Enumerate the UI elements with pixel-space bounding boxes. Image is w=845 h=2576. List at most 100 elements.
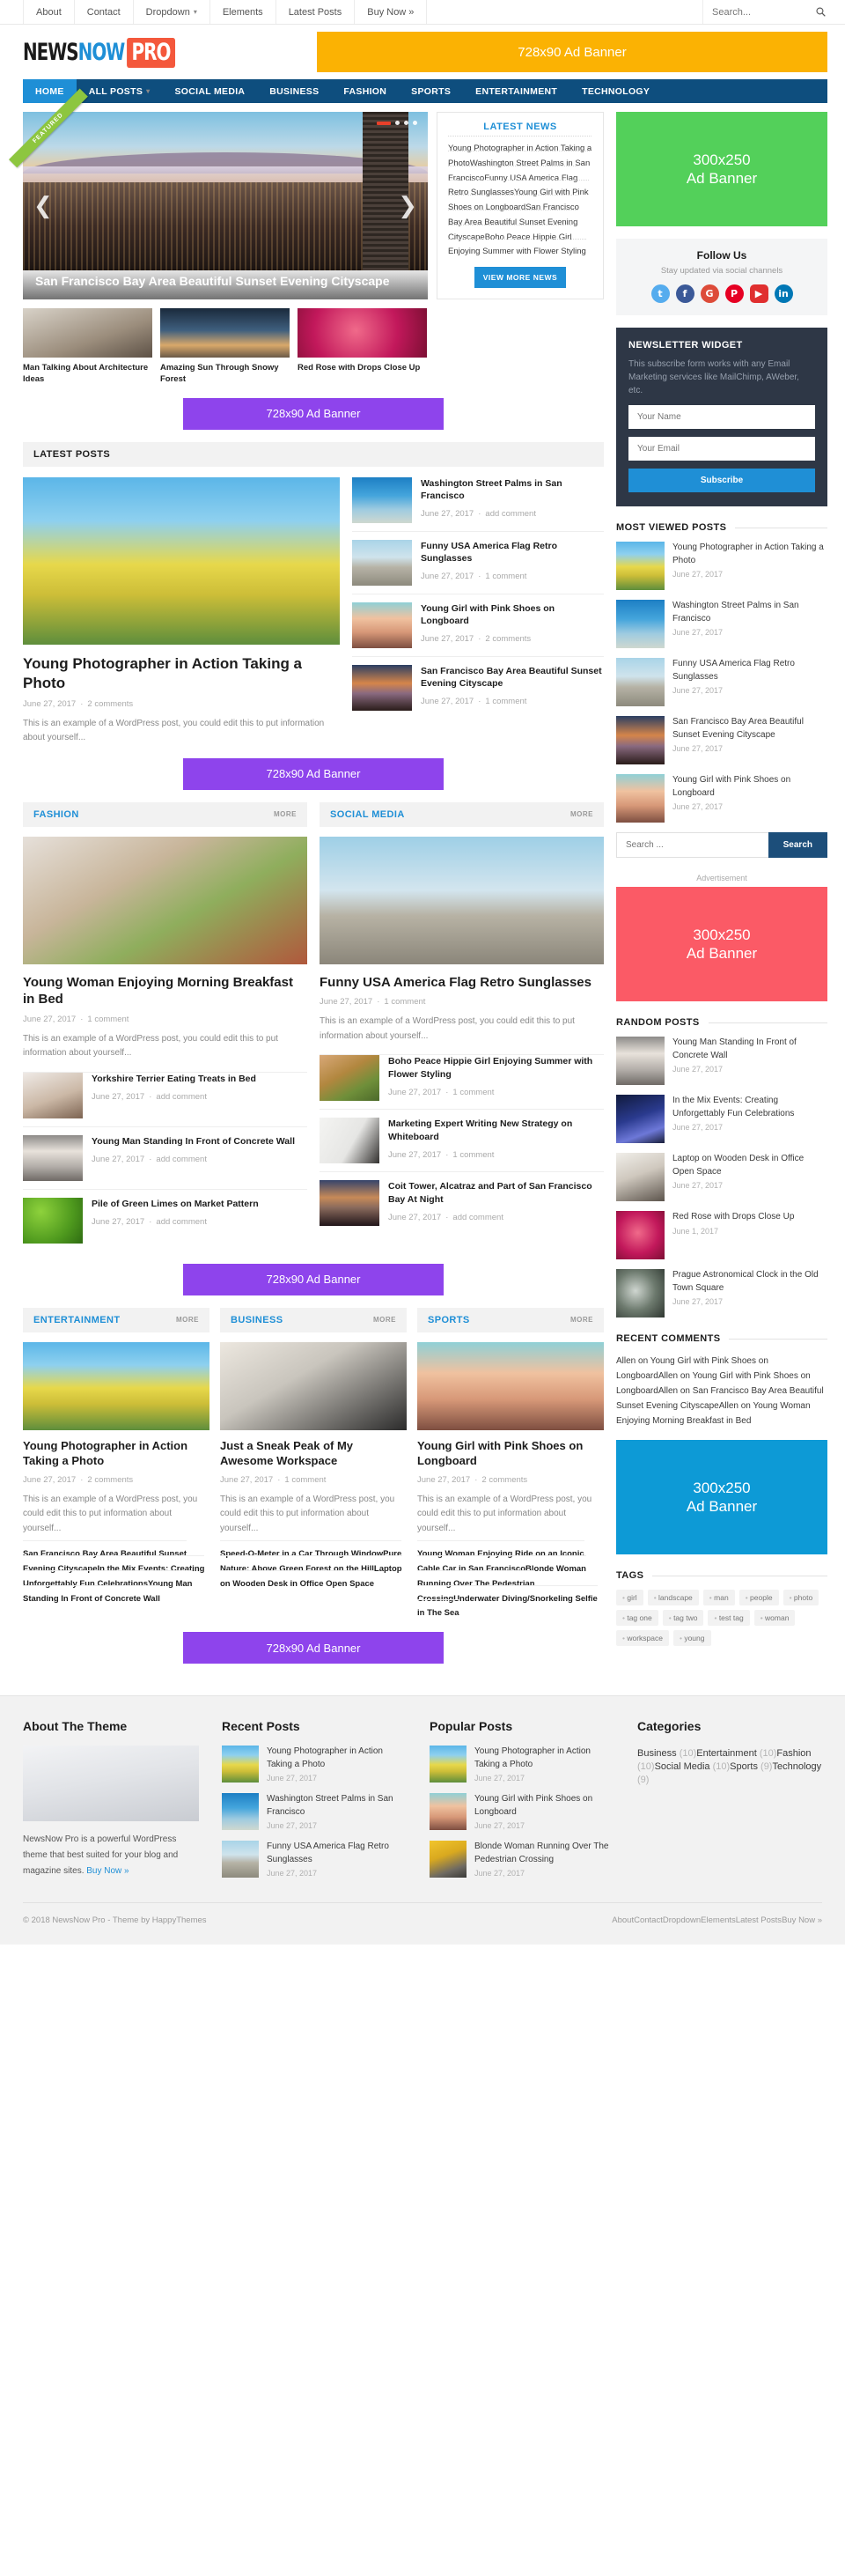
category-feature-title[interactable]: Funny USA America Flag Retro Sunglasses <box>320 974 604 992</box>
post-title[interactable]: Coit Tower, Alcatraz and Part of San Fra… <box>388 1180 604 1206</box>
post-comments[interactable]: add comment <box>156 1092 207 1102</box>
post-comments[interactable]: 1 comment <box>384 997 425 1007</box>
category-post-row[interactable]: Pile of Green Limes on Market Pattern Jun… <box>23 1188 307 1251</box>
slider-prev-icon[interactable]: ❮ <box>26 191 60 221</box>
widget-post-item[interactable]: Young Man Standing In Front of Concrete … <box>616 1037 827 1085</box>
facebook-icon[interactable]: f <box>675 284 694 303</box>
more-link[interactable]: MORE <box>274 810 297 818</box>
footer-nav-item[interactable]: About <box>612 1915 634 1925</box>
post-title[interactable]: San Francisco Bay Area Beautiful Sunset … <box>421 665 604 690</box>
widget-post-item[interactable]: Funny USA America Flag Retro Sunglasses J… <box>616 658 827 706</box>
search-icon[interactable] <box>809 7 833 17</box>
more-link[interactable]: MORE <box>570 1316 593 1324</box>
footer-post-title[interactable]: Young Photographer in Action Taking a Ph… <box>474 1746 614 1771</box>
ad-banner-728-1[interactable]: 728x90 Ad Banner <box>183 397 444 430</box>
tag-item[interactable]: tag two <box>662 1610 704 1626</box>
linkedin-icon[interactable]: in <box>774 284 793 303</box>
buy-now-link[interactable]: Buy Now » <box>86 1866 129 1876</box>
featured-post-title[interactable]: Young Photographer in Action Taking a Ph… <box>23 654 340 693</box>
slider-caption[interactable]: San Francisco Bay Area Beautiful Sunset … <box>23 263 428 300</box>
widget-post-item[interactable]: San Francisco Bay Area Beautiful Sunset … <box>616 716 827 764</box>
slider-pagination[interactable] <box>377 121 417 125</box>
widget-post-item[interactable]: Young Photographer in Action Taking a Ph… <box>616 542 827 590</box>
slider-dot-active[interactable] <box>377 121 391 125</box>
widget-post-title[interactable]: Red Rose with Drops Close Up <box>672 1211 827 1224</box>
view-more-news-button[interactable]: VIEW MORE NEWS <box>474 267 566 289</box>
tag-item[interactable]: people <box>738 1590 779 1605</box>
top-nav-item[interactable]: Elements <box>209 0 276 24</box>
post-title[interactable]: Funny USA America Flag Retro Sunglasses <box>421 540 604 565</box>
tag-item[interactable]: test tag <box>708 1610 750 1626</box>
post-title[interactable]: Pile of Green Limes on Market Pattern <box>92 1198 259 1211</box>
footer-category-item[interactable]: Entertainment (10) <box>696 1748 776 1759</box>
footer-post-title[interactable]: Young Girl with Pink Shoes on Longboard <box>474 1793 614 1819</box>
more-link[interactable]: MORE <box>373 1316 396 1324</box>
widget-post-item[interactable]: Young Girl with Pink Shoes on Longboard J… <box>616 774 827 823</box>
search-input[interactable] <box>703 6 809 18</box>
footer-nav-item[interactable]: Latest Posts <box>736 1915 782 1925</box>
category-feature-title[interactable]: Just a Sneak Peak of My Awesome Workspac… <box>220 1439 407 1469</box>
widget-post-title[interactable]: Washington Street Palms in San Francisco <box>672 600 827 625</box>
footer-post-title[interactable]: Funny USA America Flag Retro Sunglasses <box>267 1841 407 1866</box>
post-title[interactable]: Washington Street Palms in San Francisco <box>421 477 604 503</box>
ad-banner-300-red[interactable]: 300x250 Ad Banner <box>616 887 827 1001</box>
more-link[interactable]: MORE <box>176 1316 199 1324</box>
footer-post-item[interactable]: Blonde Woman Running Over The Pedestrian… <box>430 1841 614 1878</box>
tag-item[interactable]: workspace <box>616 1630 669 1646</box>
slider-dot[interactable] <box>413 121 417 125</box>
widget-post-item[interactable]: Red Rose with Drops Close Up June 1, 2017 <box>616 1211 827 1259</box>
top-nav-item[interactable]: Latest Posts <box>275 0 355 24</box>
widget-post-item[interactable]: Laptop on Wooden Desk in Office Open Spa… <box>616 1153 827 1201</box>
tag-item[interactable]: tag one <box>616 1610 658 1626</box>
nav-item-sports[interactable]: SPORTS <box>399 79 463 103</box>
footer-category-item[interactable]: Business (10) <box>637 1748 696 1759</box>
footer-nav-item[interactable]: Contact <box>634 1915 663 1925</box>
post-comments[interactable]: 1 comment <box>87 1015 129 1024</box>
category-post-row[interactable]: Boho Peace Hippie Girl Enjoying Summer w… <box>320 1054 604 1109</box>
site-logo[interactable]: NEWSNOW PRO <box>23 37 209 68</box>
newsletter-email-field[interactable] <box>628 437 815 461</box>
ad-banner-728-4[interactable]: 728x90 Ad Banner <box>183 1632 444 1664</box>
category-post-row[interactable]: Marketing Expert Writing New Strategy on… <box>320 1109 604 1171</box>
subscribe-button[interactable]: Subscribe <box>628 469 815 492</box>
footer-category-item[interactable]: Social Media (10) <box>655 1761 731 1772</box>
nav-item-business[interactable]: BUSINESS <box>257 79 331 103</box>
footer-post-item[interactable]: Washington Street Palms in San Francisco… <box>222 1793 407 1831</box>
latest-post-row[interactable]: San Francisco Bay Area Beautiful Sunset … <box>352 655 604 719</box>
post-comments[interactable]: 2 comments <box>485 634 531 644</box>
widget-post-title[interactable]: Young Photographer in Action Taking a Ph… <box>672 542 827 567</box>
widget-post-title[interactable]: Laptop on Wooden Desk in Office Open Spa… <box>672 1153 827 1178</box>
top-nav-item[interactable]: About <box>23 0 74 24</box>
latest-post-row[interactable]: Funny USA America Flag Retro Sunglasses J… <box>352 530 604 594</box>
nav-item-social-media[interactable]: SOCIAL MEDIA <box>162 79 257 103</box>
widget-post-item[interactable]: In the Mix Events: Creating Unforgettabl… <box>616 1095 827 1143</box>
post-comments[interactable]: 2 comments <box>87 1475 133 1485</box>
thumb-title[interactable]: Man Talking About Architecture Ideas <box>23 363 152 386</box>
widget-post-title[interactable]: San Francisco Bay Area Beautiful Sunset … <box>672 716 827 742</box>
post-comments[interactable]: 1 comment <box>485 697 526 706</box>
post-title[interactable]: Marketing Expert Writing New Strategy on… <box>388 1118 604 1143</box>
category-feature-title[interactable]: Young Girl with Pink Shoes on Longboard <box>417 1439 604 1469</box>
footer-nav-item[interactable]: Dropdown <box>663 1915 701 1925</box>
footer-nav-item[interactable]: Buy Now » <box>782 1915 822 1925</box>
footer-post-title[interactable]: Blonde Woman Running Over The Pedestrian… <box>474 1841 614 1866</box>
featured-slider[interactable]: FEATURED ❮ ❯ San Francisco Bay Area Beau… <box>9 88 428 300</box>
post-comments[interactable]: 1 comment <box>284 1475 326 1485</box>
latest-post-row[interactable]: Young Girl with Pink Shoes on Longboard J… <box>352 593 604 656</box>
sidebar-search-input[interactable] <box>616 832 768 858</box>
post-comments[interactable]: add comment <box>452 1213 503 1222</box>
post-comments[interactable]: add comment <box>156 1155 207 1164</box>
google-plus-icon[interactable]: G <box>700 284 719 303</box>
post-comments[interactable]: 2 comments <box>481 1475 527 1485</box>
featured-post[interactable]: Young Photographer in Action Taking a Ph… <box>23 476 340 746</box>
widget-post-title[interactable]: Young Man Standing In Front of Concrete … <box>672 1037 827 1062</box>
ad-banner-728-3[interactable]: 728x90 Ad Banner <box>183 1263 444 1295</box>
slider-dot[interactable] <box>395 121 400 125</box>
featured-thumb[interactable]: Amazing Sun Through Snowy Forest <box>160 308 290 386</box>
nav-item-entertainment[interactable]: ENTERTAINMENT <box>463 79 569 103</box>
featured-thumb[interactable]: Man Talking About Architecture Ideas <box>23 308 152 386</box>
more-link[interactable]: MORE <box>570 810 593 818</box>
category-feature-title[interactable]: Young Woman Enjoying Morning Breakfast i… <box>23 974 307 1008</box>
pinterest-icon[interactable]: P <box>724 284 744 303</box>
category-post-row[interactable]: Yorkshire Terrier Eating Treats in Bed Ju… <box>23 1071 307 1126</box>
